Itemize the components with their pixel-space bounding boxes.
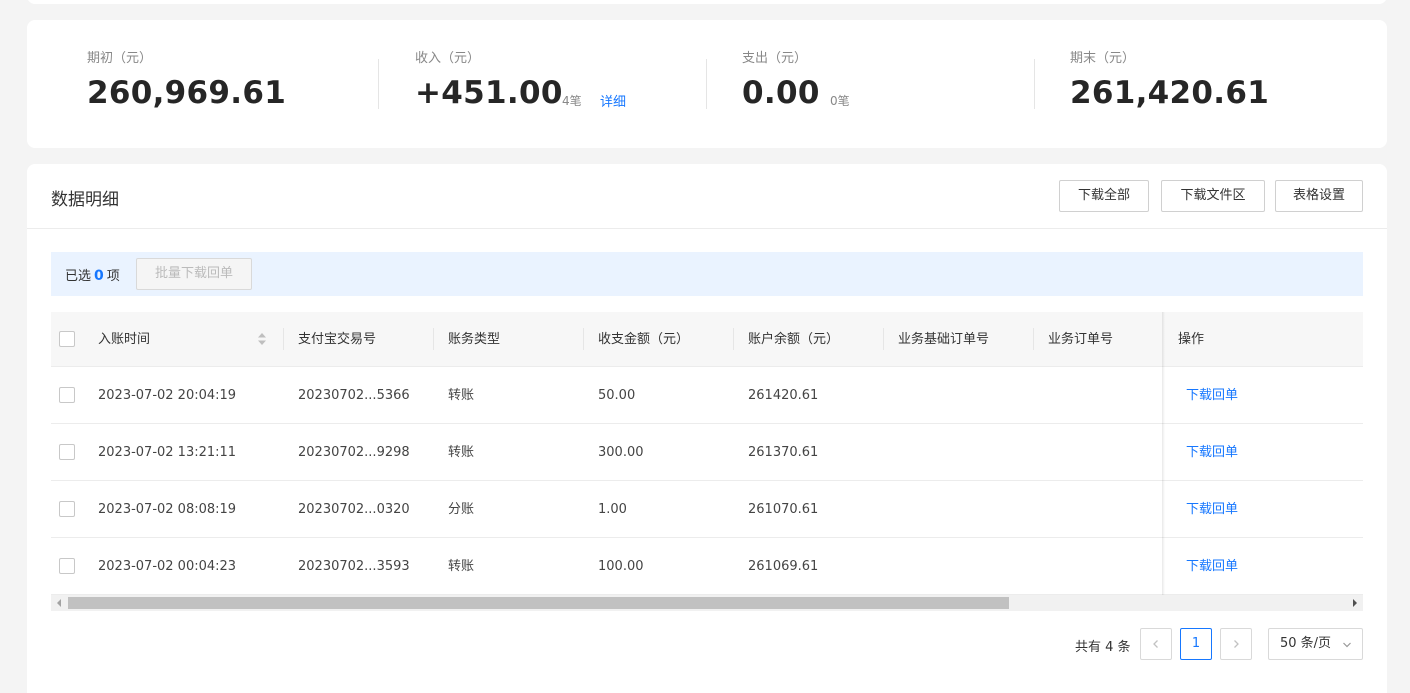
row-checkbox[interactable] — [59, 558, 75, 574]
download-file-area-button[interactable]: 下载文件区 — [1161, 180, 1265, 212]
column-separator — [733, 328, 734, 350]
column-header-type: 账务类型 — [448, 332, 501, 347]
cell-time: 2023-07-02 08:08:19 — [98, 502, 237, 517]
chevron-down-icon — [1343, 642, 1351, 648]
scroll-left-icon[interactable] — [55, 599, 63, 607]
cell-time: 2023-07-02 00:04:23 — [98, 559, 237, 574]
cell-balance: 261370.61 — [748, 445, 819, 460]
column-header-order-no: 业务订单号 — [1048, 332, 1114, 347]
cell-type: 转账 — [448, 559, 475, 574]
cell-amount: 50.00 — [598, 388, 636, 403]
chevron-left-icon — [1153, 640, 1158, 648]
page-size-value: 50 条/页 — [1280, 636, 1332, 651]
cell-type: 分账 — [448, 502, 475, 517]
next-page-button[interactable] — [1220, 628, 1252, 660]
top-card-edge — [27, 0, 1387, 4]
divider — [378, 59, 379, 109]
cell-balance: 261070.61 — [748, 502, 819, 517]
download-receipt-link[interactable]: 下载回单 — [1186, 481, 1238, 538]
batch-download-receipt-button[interactable]: 批量下载回单 — [136, 258, 252, 290]
column-header-trade-no: 支付宝交易号 — [298, 332, 377, 347]
chevron-right-icon — [1234, 640, 1239, 648]
cell-amount: 300.00 — [598, 445, 644, 460]
table-row: 2023-07-02 13:21:11 20230702...9298 转账 3… — [51, 424, 1363, 481]
cell-balance: 261069.61 — [748, 559, 819, 574]
scrollbar-thumb[interactable] — [68, 597, 1009, 609]
selection-prefix: 已选 — [65, 269, 92, 284]
income-label: 收入（元） — [415, 51, 481, 66]
cell-trade-no: 20230702...3593 — [298, 559, 410, 574]
cell-trade-no: 20230702...5366 — [298, 388, 410, 403]
table-settings-button[interactable]: 表格设置 — [1275, 180, 1363, 212]
cell-time: 2023-07-02 20:04:19 — [98, 388, 237, 403]
select-all-checkbox[interactable] — [59, 331, 75, 347]
selection-bar: 已选 0 项 批量下载回单 — [51, 252, 1363, 296]
data-detail-card: 数据明细 下载全部 下载文件区 表格设置 已选 0 项 批量下载回单 入账时间 支付… — [27, 164, 1387, 693]
row-checkbox[interactable] — [59, 501, 75, 517]
download-receipt-link[interactable]: 下载回单 — [1186, 538, 1238, 595]
column-separator — [883, 328, 884, 350]
table-row: 2023-07-02 00:04:23 20230702...3593 转账 1… — [51, 538, 1363, 595]
transaction-table: 入账时间 支付宝交易号 账务类型 收支金额（元） 账户余额（元） 业务基础订单号… — [51, 312, 1363, 595]
selection-suffix: 项 — [106, 269, 120, 284]
download-receipt-link[interactable]: 下载回单 — [1186, 367, 1238, 424]
opening-value: 260,969.61 — [87, 75, 287, 111]
cell-amount: 1.00 — [598, 502, 627, 517]
download-receipt-link[interactable]: 下载回单 — [1186, 424, 1238, 481]
column-separator — [283, 328, 284, 350]
cell-type: 转账 — [448, 445, 475, 460]
column-header-time[interactable]: 入账时间 — [98, 312, 150, 367]
expense-label: 支出（元） — [742, 51, 808, 66]
income-detail-link[interactable]: 详细 — [600, 91, 626, 110]
cell-balance: 261420.61 — [748, 388, 819, 403]
row-checkbox[interactable] — [59, 444, 75, 460]
closing-label: 期末（元） — [1070, 51, 1136, 66]
expense-count: 0笔 — [830, 94, 850, 108]
divider — [1034, 59, 1035, 109]
cell-trade-no: 20230702...9298 — [298, 445, 410, 460]
cell-time: 2023-07-02 13:21:11 — [98, 445, 237, 460]
column-separator — [433, 328, 434, 350]
closing-value: 261,420.61 — [1070, 75, 1270, 111]
download-all-button[interactable]: 下载全部 — [1059, 180, 1149, 212]
income-count: 4笔 — [562, 94, 582, 108]
column-header-base-order-no: 业务基础订单号 — [898, 332, 990, 347]
column-separator — [1033, 328, 1034, 350]
table-header: 入账时间 支付宝交易号 账务类型 收支金额（元） 账户余额（元） 业务基础订单号… — [51, 312, 1363, 367]
sort-icon[interactable] — [257, 332, 267, 346]
summary-card: 期初（元） 260,969.61 收入（元） +451.00 4笔 详细 支出（… — [27, 20, 1387, 148]
card-title: 数据明细 — [51, 190, 119, 210]
divider — [706, 59, 707, 109]
opening-label: 期初（元） — [87, 51, 153, 66]
table-row: 2023-07-02 08:08:19 20230702...0320 分账 1… — [51, 481, 1363, 538]
prev-page-button[interactable] — [1140, 628, 1172, 660]
column-separator — [583, 328, 584, 350]
page-size-select[interactable]: 50 条/页 — [1268, 628, 1363, 660]
pagination-total: 共有 4 条 — [1075, 640, 1131, 655]
cell-trade-no: 20230702...0320 — [298, 502, 410, 517]
column-header-action: 操作 — [1178, 332, 1205, 347]
page-button-current[interactable]: 1 — [1180, 628, 1212, 660]
income-value: +451.00 — [415, 75, 563, 111]
horizontal-scrollbar[interactable] — [51, 595, 1363, 611]
row-checkbox[interactable] — [59, 387, 75, 403]
fixed-column-shadow — [1162, 312, 1165, 595]
cell-amount: 100.00 — [598, 559, 644, 574]
column-header-amount: 收支金额（元） — [598, 332, 690, 347]
column-header-balance: 账户余额（元） — [748, 332, 840, 347]
selection-count: 0 — [94, 268, 104, 284]
header-divider — [27, 228, 1387, 229]
table-row: 2023-07-02 20:04:19 20230702...5366 转账 5… — [51, 367, 1363, 424]
expense-value: 0.00 — [742, 75, 820, 111]
cell-type: 转账 — [448, 388, 475, 403]
scroll-right-icon[interactable] — [1351, 599, 1359, 607]
selection-summary: 已选 0 项 — [65, 265, 120, 284]
